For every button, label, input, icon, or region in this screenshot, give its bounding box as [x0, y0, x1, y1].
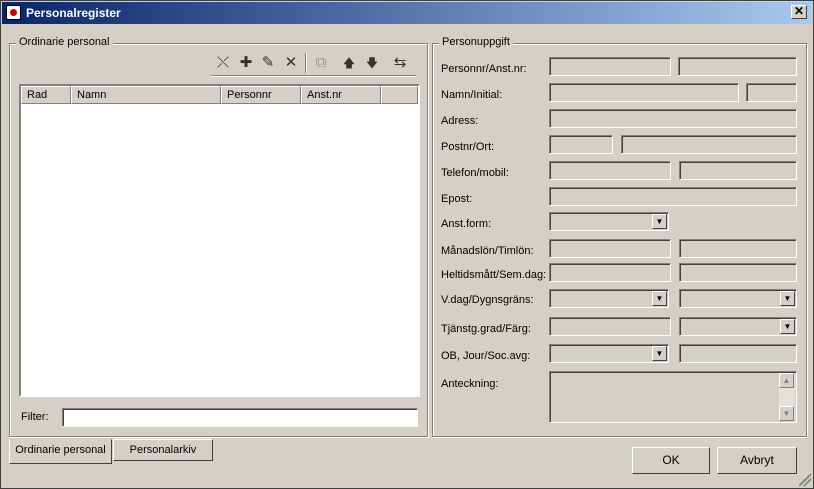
- personnr-field[interactable]: [549, 57, 671, 76]
- heltid-label: Heltidsmått/Sem.dag:: [441, 269, 547, 281]
- personalregister-window: Personalregister ✕ Ordinarie personal ⤬ …: [0, 0, 814, 489]
- tjanstgrad-field[interactable]: [549, 317, 671, 336]
- initial-field[interactable]: [746, 83, 797, 102]
- tab-ordinarie-personal[interactable]: Ordinarie personal: [9, 439, 112, 464]
- timlon-field[interactable]: [679, 239, 797, 258]
- cancel-button[interactable]: Avbryt: [717, 447, 797, 474]
- tab-personalarkiv[interactable]: Personalarkiv: [113, 439, 213, 461]
- close-button[interactable]: ✕: [791, 5, 807, 19]
- window-title: Personalregister: [26, 6, 121, 20]
- title-bar[interactable]: Personalregister ✕: [2, 2, 812, 24]
- chevron-down-icon[interactable]: ▼: [652, 346, 667, 361]
- add-icon[interactable]: ✚: [236, 53, 256, 73]
- filter-input[interactable]: [62, 408, 418, 427]
- vdag-label: V.dag/Dygnsgräns:: [441, 294, 534, 306]
- postnr-label: Postnr/Ort:: [441, 141, 495, 153]
- socavg-field[interactable]: [679, 344, 797, 363]
- ob-combo[interactable]: ▼: [549, 344, 669, 363]
- staff-list-header: Rad Namn Personnr Anst.nr: [21, 86, 418, 104]
- lon-label: Månadslön/Timlön:: [441, 245, 534, 257]
- staff-list[interactable]: Rad Namn Personnr Anst.nr: [19, 84, 420, 397]
- personnr-label: Personnr/Anst.nr:: [441, 63, 527, 75]
- clear-icon[interactable]: ⤬: [213, 53, 233, 73]
- manadslon-field[interactable]: [549, 239, 671, 258]
- epost-field[interactable]: [549, 187, 797, 206]
- ort-field[interactable]: [621, 135, 797, 154]
- column-anstnr[interactable]: Anst.nr: [301, 86, 381, 104]
- details-legend: Personuppgift: [439, 36, 513, 48]
- app-icon: [6, 5, 21, 20]
- postnr-field[interactable]: [549, 135, 613, 154]
- move-down-icon[interactable]: 🡇: [362, 53, 382, 73]
- adress-label: Adress:: [441, 115, 479, 127]
- adress-field[interactable]: [549, 109, 797, 128]
- column-filler: [381, 86, 418, 104]
- chevron-down-icon[interactable]: ▼: [780, 291, 795, 306]
- anteckning-scrollbar[interactable]: ▲ ▼: [779, 373, 795, 421]
- tjanst-label: Tjänstg.grad/Färg:: [441, 323, 531, 335]
- scroll-up-icon[interactable]: ▲: [779, 373, 794, 388]
- namn-field[interactable]: [549, 83, 739, 102]
- farg-combo[interactable]: ▼: [679, 317, 797, 336]
- edit-icon[interactable]: ✎: [258, 53, 278, 73]
- anteckning-textarea[interactable]: ▲ ▼: [549, 371, 797, 423]
- swap-icon[interactable]: ⇆: [387, 53, 413, 73]
- column-rad[interactable]: Rad: [21, 86, 71, 104]
- ob-label: OB, Jour/Soc.avg:: [441, 350, 531, 362]
- anteckning-label: Anteckning:: [441, 378, 499, 390]
- dygnsgrans-combo[interactable]: ▼: [679, 289, 797, 308]
- chevron-down-icon[interactable]: ▼: [652, 291, 667, 306]
- telefon-label: Telefon/mobil:: [441, 167, 509, 179]
- telefon-field[interactable]: [549, 161, 671, 180]
- delete-icon[interactable]: ✕: [281, 53, 301, 73]
- filter-label: Filter:: [21, 411, 49, 423]
- column-namn[interactable]: Namn: [71, 86, 221, 104]
- scroll-down-icon[interactable]: ▼: [779, 406, 794, 421]
- toolbar-separator: [305, 53, 307, 73]
- chevron-down-icon[interactable]: ▼: [780, 319, 795, 334]
- toolbar-divider: [211, 75, 416, 77]
- copy-icon[interactable]: ⧉: [311, 53, 331, 73]
- anstnr-field[interactable]: [678, 57, 797, 76]
- vdag-combo[interactable]: ▼: [549, 289, 669, 308]
- namn-label: Namn/Initial:: [441, 89, 503, 101]
- ok-button[interactable]: OK: [632, 447, 710, 474]
- chevron-down-icon[interactable]: ▼: [652, 214, 667, 229]
- staff-legend: Ordinarie personal: [16, 36, 113, 48]
- semdag-field[interactable]: [679, 263, 797, 282]
- anstform-combo[interactable]: ▼: [549, 212, 669, 231]
- staff-toolbar: ⤬ ✚ ✎ ✕ ⧉ 🡅 🡇 ⇆: [211, 53, 416, 73]
- move-up-icon[interactable]: 🡅: [339, 53, 359, 73]
- heltidsmatt-field[interactable]: [549, 263, 671, 282]
- mobil-field[interactable]: [679, 161, 797, 180]
- resize-grip[interactable]: [799, 474, 811, 486]
- column-personnr[interactable]: Personnr: [221, 86, 301, 104]
- anstform-label: Anst.form:: [441, 218, 492, 230]
- epost-label: Epost:: [441, 193, 473, 205]
